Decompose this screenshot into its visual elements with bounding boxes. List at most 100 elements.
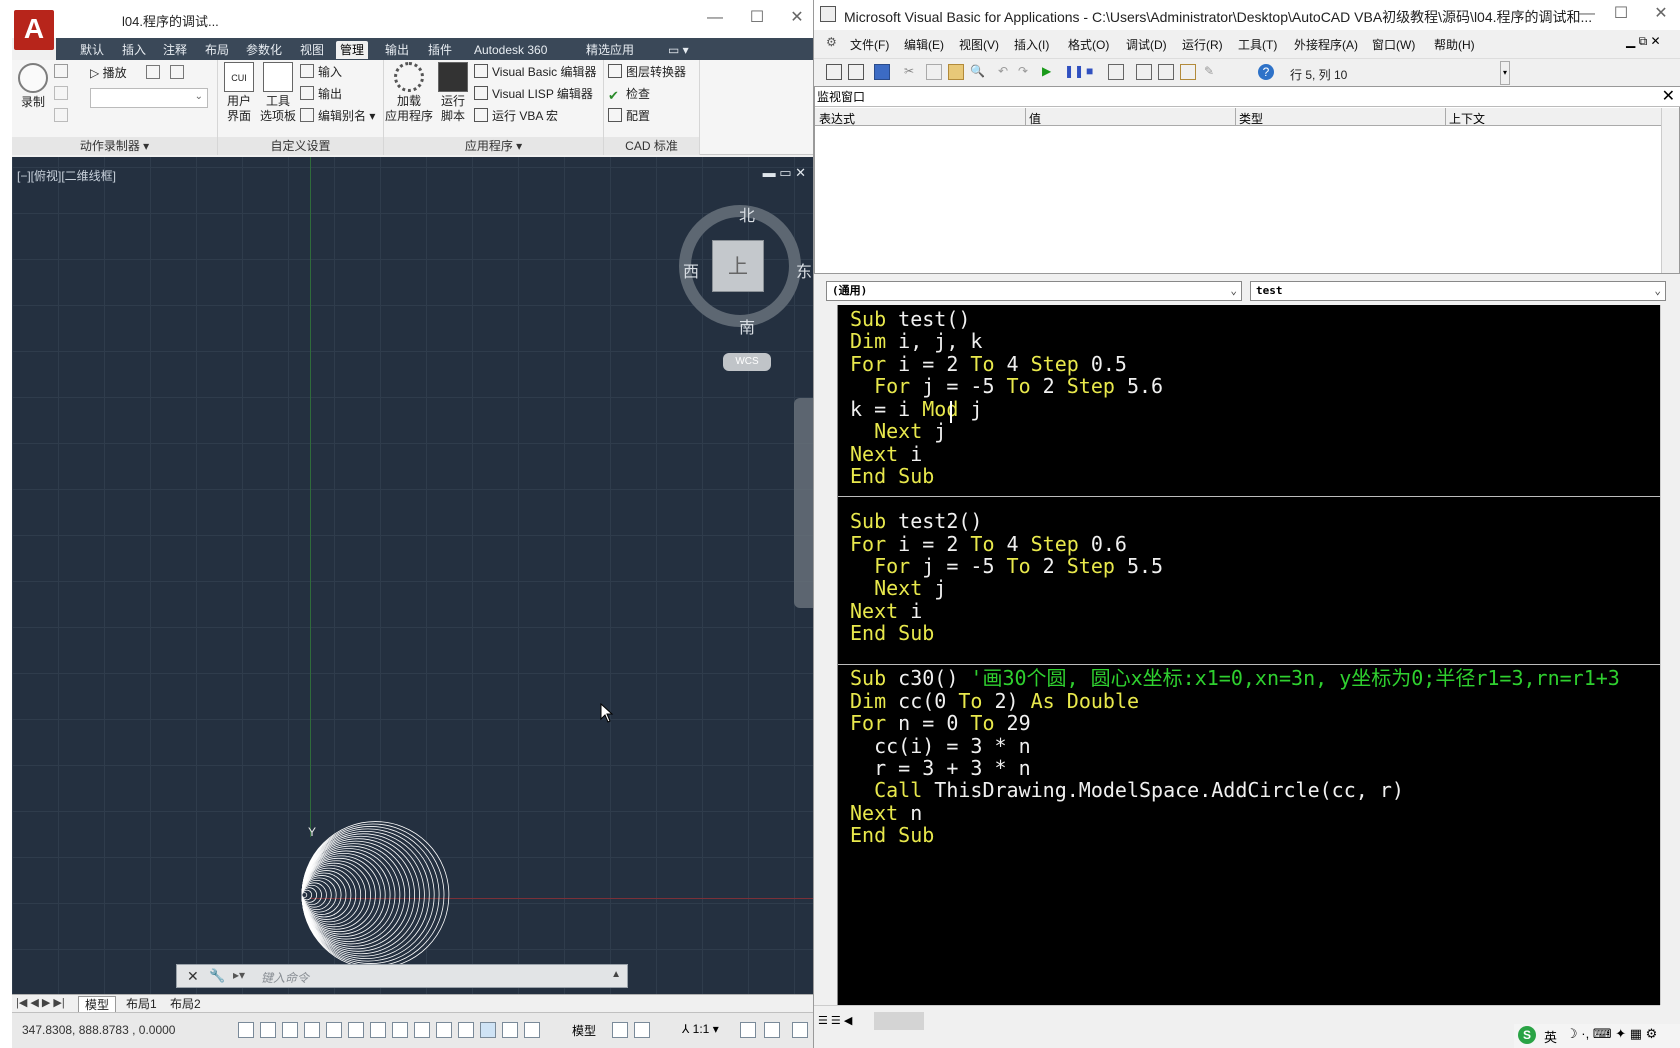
transparency-icon[interactable]	[436, 1022, 452, 1038]
find-icon[interactable]: 🔍	[970, 64, 986, 80]
tab-manage[interactable]: 管理	[336, 41, 369, 59]
annotation-monitor-icon[interactable]	[480, 1022, 496, 1038]
menu-help[interactable]: 帮助(H)	[1434, 36, 1475, 53]
column-value[interactable]: 值	[1029, 110, 1041, 127]
tool-palettes-button[interactable]: 工具 选项板	[258, 62, 298, 124]
macro-manager-icon[interactable]	[170, 63, 188, 83]
group-label[interactable]: 应用程序 ▾	[384, 137, 603, 155]
ime-status-icons[interactable]: ☽ ·, ⌨ ✦ ▦ ⚙	[1566, 1026, 1657, 1042]
menu-edit[interactable]: 编辑(E)	[904, 36, 944, 53]
run-script-button[interactable]: 运行 脚本	[436, 62, 470, 124]
menu-addins[interactable]: 外接程序(A)	[1294, 36, 1358, 53]
paste-icon[interactable]	[948, 64, 964, 80]
visual-basic-editor-button[interactable]: Visual Basic 编辑器	[474, 62, 596, 82]
minimize-button[interactable]: —	[702, 6, 728, 30]
close-icon[interactable]: ✕	[187, 968, 199, 985]
undo-icon[interactable]: ↶	[998, 64, 1014, 80]
menu-file[interactable]: 文件(F)	[850, 36, 889, 53]
selection-cycling-icon[interactable]	[458, 1022, 474, 1038]
cut-icon[interactable]: ✂	[904, 64, 920, 80]
tab-output[interactable]: 输出	[381, 41, 413, 59]
lightbulb-icon[interactable]	[764, 1022, 780, 1038]
viewcube-east[interactable]: 东	[796, 258, 812, 282]
visual-lisp-editor-button[interactable]: Visual LISP 编辑器	[474, 84, 593, 104]
autocad-app-menu-button[interactable]: A	[14, 10, 54, 50]
minimize-button[interactable]: —	[1574, 2, 1600, 26]
toolbar-overflow-icon[interactable]: ▾	[1500, 61, 1510, 85]
annotation-scale[interactable]: ⅄ 1:1 ▾	[682, 1022, 719, 1036]
viewcube-west[interactable]: 西	[683, 258, 699, 282]
sogou-ime-icon[interactable]: S	[1518, 1026, 1536, 1044]
code-line[interactable]: Sub test()	[850, 307, 970, 331]
tab-model[interactable]: 模型	[78, 996, 117, 1012]
code-line[interactable]: For n = 0 To 29	[850, 711, 1031, 735]
navigation-bar[interactable]	[794, 398, 813, 608]
code-line[interactable]: Next n	[850, 801, 922, 825]
command-prompt-icon[interactable]: ▸▾	[233, 968, 245, 982]
object-browser-icon[interactable]	[1180, 64, 1196, 80]
code-line[interactable]: Sub test2()	[850, 509, 982, 533]
scroll-thumb[interactable]	[874, 1012, 924, 1030]
ribbon-options-icon[interactable]: ▭ ▾	[664, 41, 693, 59]
code-margin[interactable]	[814, 305, 838, 1005]
menu-insert[interactable]: 插入(I)	[1014, 36, 1049, 53]
snap-icon[interactable]	[238, 1022, 254, 1038]
code-line[interactable]: For i = 2 To 4 Step 0.6	[850, 532, 1127, 556]
column-type[interactable]: 类型	[1239, 110, 1263, 127]
snap-cursor-icon[interactable]	[524, 1022, 540, 1038]
group-label[interactable]: 动作录制器 ▾	[12, 137, 217, 155]
ducs-icon[interactable]	[370, 1022, 386, 1038]
menu-window[interactable]: 窗口(W)	[1372, 36, 1415, 53]
design-mode-icon[interactable]	[1108, 64, 1124, 80]
macro-insert-icon[interactable]	[54, 84, 72, 104]
viewcube-north[interactable]: 北	[739, 202, 755, 226]
layout-nav-arrows[interactable]: |◀ ◀ ▶ ▶|	[16, 996, 65, 1009]
quick-view-drawings-icon[interactable]	[634, 1022, 650, 1038]
otrack-icon[interactable]	[348, 1022, 364, 1038]
tab-plugins[interactable]: 插件	[424, 41, 456, 59]
column-context[interactable]: 上下文	[1449, 110, 1485, 127]
tab-annotate[interactable]: 注释	[159, 41, 191, 59]
stop-icon[interactable]: ■	[1086, 64, 1102, 80]
menu-debug[interactable]: 调试(D)	[1126, 36, 1167, 53]
code-line[interactable]: End Sub	[850, 823, 934, 847]
osnap-icon[interactable]	[326, 1022, 342, 1038]
coordinate-readout[interactable]: 347.8308, 888.8783 , 0.0000	[22, 1023, 175, 1037]
view-toggle-icon[interactable]: ☰ ☰ ◀	[818, 1014, 852, 1027]
check-button[interactable]: ✔ 检查	[608, 84, 650, 104]
code-line[interactable]: Next j	[850, 419, 946, 443]
viewcube-top-face[interactable]: 上	[712, 240, 764, 292]
macro-comment-icon[interactable]	[54, 62, 72, 82]
redo-icon[interactable]: ↷	[1018, 64, 1034, 80]
viewport-window-controls[interactable]: ▬ ▭ ✕	[763, 165, 806, 181]
code-editor[interactable]: Sub test() Dim i, j, k For i = 2 To 4 Step…	[838, 305, 1674, 1005]
ime-language-indicator[interactable]: 英	[1544, 1027, 1557, 1046]
properties-window-icon[interactable]	[1158, 64, 1174, 80]
procedure-combo[interactable]: test ⌄	[1250, 281, 1666, 301]
tab-layout2[interactable]: 布局2	[164, 996, 207, 1012]
code-line[interactable]: End Sub	[850, 621, 934, 645]
lineweight-icon[interactable]	[414, 1022, 430, 1038]
menu-view[interactable]: 视图(V)	[959, 36, 999, 53]
dyn-icon[interactable]	[392, 1022, 408, 1038]
code-line[interactable]: For j = -5 To 2 Step 5.6	[850, 374, 1163, 398]
macro-preference-icon[interactable]	[146, 63, 164, 83]
insert-userform-icon[interactable]	[848, 64, 864, 80]
tab-parametric[interactable]: 参数化	[242, 41, 286, 59]
code-line[interactable]: r = 3 + 3 * n	[850, 756, 1031, 780]
pause-icon[interactable]: ❚❚	[1064, 64, 1084, 80]
copy-icon[interactable]	[926, 64, 942, 80]
layer-translator-button[interactable]: 图层转换器	[608, 62, 686, 82]
model-space-toggle[interactable]: 模型	[572, 1022, 596, 1039]
close-icon[interactable]: ✕	[1662, 87, 1675, 107]
save-icon[interactable]	[874, 64, 890, 80]
code-vertical-scrollbar[interactable]	[1660, 305, 1680, 1005]
edit-alias-button[interactable]: 编辑别名 ▾	[300, 106, 375, 126]
close-button[interactable]: ✕	[784, 6, 810, 30]
mdi-window-controls[interactable]: ▁ ⧉ ✕	[1626, 34, 1661, 49]
code-line[interactable]: End Sub	[850, 464, 934, 488]
load-application-button[interactable]: 加载 应用程序	[384, 62, 434, 124]
run-vba-macro-button[interactable]: 运行 VBA 宏	[474, 106, 558, 126]
watch-scrollbar[interactable]	[1661, 108, 1679, 273]
tab-autodesk-360[interactable]: Autodesk 360	[470, 41, 551, 59]
